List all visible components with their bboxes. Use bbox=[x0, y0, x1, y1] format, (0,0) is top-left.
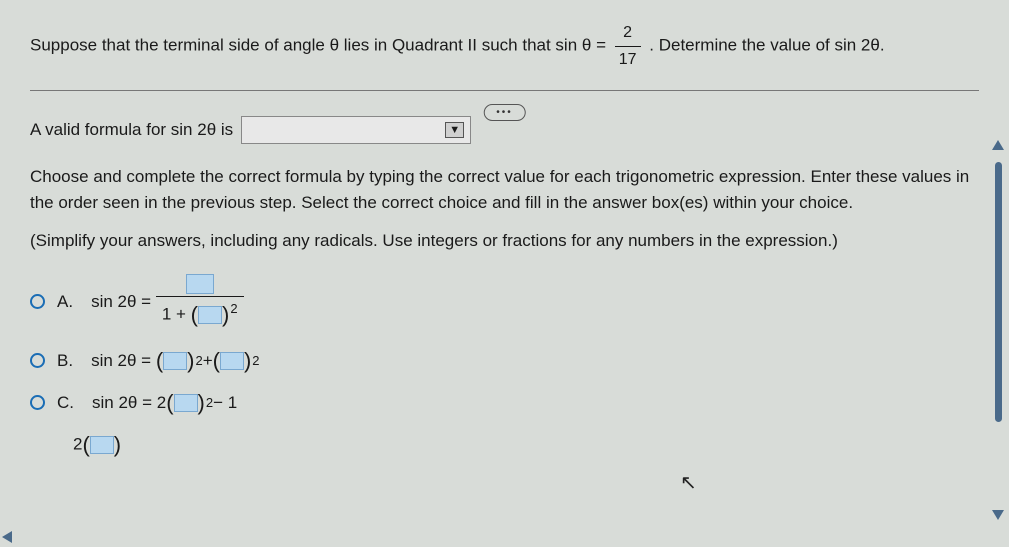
choice-c-expression: sin 2θ = 2 ()2 − 1 bbox=[92, 390, 237, 416]
choice-a[interactable]: A. sin 2θ = 1 + ()2 bbox=[30, 271, 979, 332]
choice-b-expression: sin 2θ = ()2 + ()2 bbox=[91, 348, 259, 374]
choice-c-label: C. bbox=[57, 393, 74, 413]
scroll-down-icon[interactable] bbox=[992, 510, 1004, 520]
choice-a-fraction: 1 + ()2 bbox=[156, 271, 244, 332]
choice-a-label: A. bbox=[57, 292, 73, 312]
choice-b[interactable]: B. sin 2θ = ()2 + ()2 bbox=[30, 348, 979, 374]
choice-a-expression: sin 2θ = 1 + ()2 bbox=[91, 271, 243, 332]
simplify-text: (Simplify your answers, including any ra… bbox=[30, 231, 979, 251]
choice-d-partial: 2() bbox=[73, 432, 979, 458]
scroll-thumb[interactable] bbox=[995, 162, 1002, 422]
formula-label: A valid formula for sin 2θ is bbox=[30, 120, 233, 140]
ellipsis-button[interactable]: ••• bbox=[483, 104, 526, 121]
answer-input-b1[interactable] bbox=[163, 352, 187, 370]
radio-a[interactable] bbox=[30, 294, 45, 309]
radio-b[interactable] bbox=[30, 353, 45, 368]
radio-c[interactable] bbox=[30, 395, 45, 410]
question-suffix: . Determine the value of sin 2θ. bbox=[649, 36, 884, 55]
scrollbar[interactable] bbox=[993, 140, 1003, 520]
chevron-down-icon: ▼ bbox=[445, 122, 464, 138]
fraction-numerator: 2 bbox=[615, 20, 641, 47]
fraction-denominator: 17 bbox=[615, 47, 641, 73]
answer-input-a-num[interactable] bbox=[186, 274, 214, 294]
answer-input-d[interactable] bbox=[90, 436, 114, 454]
choice-c[interactable]: C. sin 2θ = 2 ()2 − 1 bbox=[30, 390, 979, 416]
question-text: Suppose that the terminal side of angle … bbox=[30, 20, 979, 72]
left-arrow-icon bbox=[2, 531, 12, 543]
answer-input-a-den[interactable] bbox=[198, 306, 222, 324]
question-prefix: Suppose that the terminal side of angle … bbox=[30, 36, 606, 55]
fraction: 2 17 bbox=[615, 20, 641, 72]
choice-b-label: B. bbox=[57, 351, 73, 371]
divider bbox=[30, 90, 979, 91]
scroll-up-icon[interactable] bbox=[992, 140, 1004, 150]
answer-input-c[interactable] bbox=[174, 394, 198, 412]
answer-input-b2[interactable] bbox=[220, 352, 244, 370]
formula-dropdown[interactable]: ▼ bbox=[241, 116, 471, 144]
cursor-icon: ↖ bbox=[680, 470, 697, 495]
instructions-text: Choose and complete the correct formula … bbox=[30, 164, 979, 215]
